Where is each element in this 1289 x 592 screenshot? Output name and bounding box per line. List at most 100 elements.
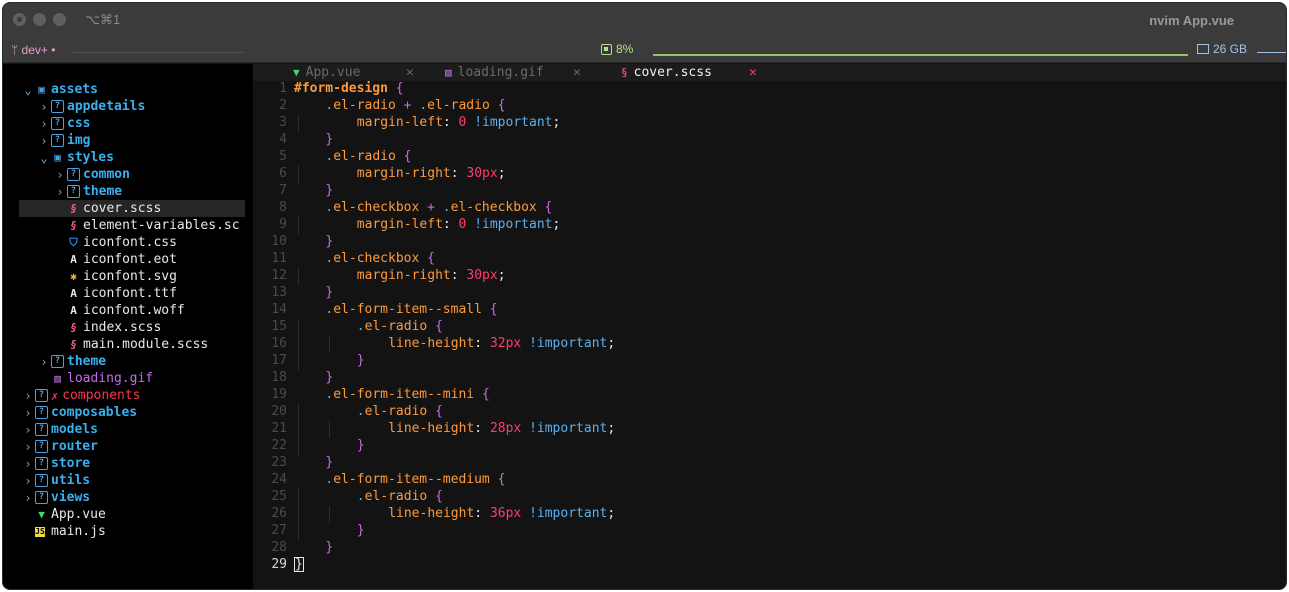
chevron-right-icon[interactable]: › bbox=[21, 491, 35, 505]
code-line[interactable]: 3 margin-left: 0 !important; bbox=[253, 115, 1286, 132]
code-line[interactable]: 20 .el-radio { bbox=[253, 404, 1286, 421]
close-window-button[interactable] bbox=[13, 13, 26, 26]
tree-item-composables[interactable]: ›? composables bbox=[3, 404, 253, 421]
code-token: } bbox=[325, 540, 334, 555]
tree-item-iconfont-css[interactable]: ⛉ iconfont.css bbox=[3, 234, 253, 251]
tree-item-theme[interactable]: ›? theme bbox=[3, 353, 253, 370]
code-editor[interactable]: ▼ App.vue ✕ ▧ loading.gif ✕ § cover.scss ✕ 1 #for… bbox=[253, 64, 1286, 589]
code-token: . bbox=[356, 489, 365, 504]
tab-loading-gif[interactable]: ▧ loading.gif ✕ bbox=[445, 64, 587, 81]
code-line[interactable]: 15 .el-radio { bbox=[253, 319, 1286, 336]
line-number: 20 bbox=[271, 404, 287, 419]
tree-item-label: img bbox=[67, 133, 91, 148]
code-line[interactable]: 8 .el-checkbox + .el-checkbox { bbox=[253, 200, 1286, 217]
zoom-window-button[interactable] bbox=[53, 13, 66, 26]
chevron-right-icon[interactable]: › bbox=[53, 168, 67, 182]
code-line[interactable]: 14 .el-form-item--small { bbox=[253, 302, 1286, 319]
code-text: .el-form-item--mini { bbox=[325, 387, 489, 402]
code-line[interactable]: 10} bbox=[253, 234, 1286, 251]
tab-app-vue[interactable]: ▼ App.vue ✕ bbox=[293, 64, 420, 81]
chevron-right-icon[interactable]: › bbox=[37, 100, 51, 114]
code-line[interactable]: 22} bbox=[253, 438, 1286, 455]
tree-item-iconfont-woff[interactable]: Aiconfont.woff bbox=[3, 302, 253, 319]
code-token: line-height bbox=[388, 421, 475, 436]
tree-item-theme[interactable]: ›? theme bbox=[3, 183, 253, 200]
code-text: .el-radio { bbox=[357, 489, 443, 504]
status-bar: ᛘ dev+ • 8% 26 GB bbox=[3, 37, 1286, 63]
code-line[interactable]: 18} bbox=[253, 370, 1286, 387]
tree-item-css[interactable]: ›? css bbox=[3, 115, 253, 132]
code-line[interactable]: 24 .el-form-item--medium { bbox=[253, 472, 1286, 489]
tree-item-index-scss[interactable]: § index.scss bbox=[3, 319, 253, 336]
chevron-right-icon[interactable]: › bbox=[21, 423, 35, 437]
line-number: 10 bbox=[271, 234, 287, 249]
code-line[interactable]: 13} bbox=[253, 285, 1286, 302]
code-line[interactable]: 19 .el-form-item--mini { bbox=[253, 387, 1286, 404]
chevron-right-icon[interactable]: › bbox=[37, 355, 51, 369]
tree-item-main-module-scss[interactable]: § main.module.scss bbox=[3, 336, 253, 353]
code-line[interactable]: 6 margin-right: 30px; bbox=[253, 166, 1286, 183]
tree-item-loading-gif[interactable]: ▧ loading.gif bbox=[3, 370, 253, 387]
tree-item-label: appdetails bbox=[67, 99, 146, 114]
code-text: } bbox=[325, 285, 333, 300]
tree-item-img[interactable]: ›? img bbox=[3, 132, 253, 149]
tree-item-styles[interactable]: ⌄ ▣ styles bbox=[3, 149, 253, 166]
tree-item-main-js[interactable]: JS main.js bbox=[3, 523, 253, 540]
tree-item-iconfont-ttf[interactable]: Aiconfont.ttf bbox=[3, 285, 253, 302]
code-line[interactable]: 2 .el-radio + .el-radio { bbox=[253, 98, 1286, 115]
git-branch-label: dev+ • bbox=[21, 43, 56, 57]
chevron-right-icon[interactable]: › bbox=[21, 389, 35, 403]
tree-item-components[interactable]: ›? ✗ components bbox=[3, 387, 253, 404]
tree-item-utils[interactable]: ›? utils bbox=[3, 472, 253, 489]
code-line[interactable]: 27} bbox=[253, 523, 1286, 540]
memory-graph bbox=[1257, 52, 1286, 53]
tree-item-common[interactable]: ›? common bbox=[3, 166, 253, 183]
chevron-right-icon[interactable]: › bbox=[37, 134, 51, 148]
code-text: margin-right: 30px; bbox=[357, 268, 506, 283]
tree-item-app-vue[interactable]: ▼ App.vue bbox=[3, 506, 253, 523]
code-line[interactable]: 5 .el-radio { bbox=[253, 149, 1286, 166]
chevron-right-icon[interactable]: › bbox=[21, 406, 35, 420]
close-icon[interactable]: ✕ bbox=[573, 65, 581, 80]
tree-item-views[interactable]: ›? views bbox=[3, 489, 253, 506]
code-line[interactable]: 7} bbox=[253, 183, 1286, 200]
tree-item-appdetails[interactable]: ›? appdetails bbox=[3, 98, 253, 115]
code-line[interactable]: 29} bbox=[253, 557, 1286, 574]
code-line[interactable]: 23} bbox=[253, 455, 1286, 472]
tree-item-cover-scss[interactable]: § cover.scss bbox=[19, 200, 245, 217]
chevron-right-icon[interactable]: › bbox=[21, 457, 35, 471]
code-line[interactable]: 25 .el-radio { bbox=[253, 489, 1286, 506]
folder-icon: ? bbox=[51, 355, 64, 368]
code-line[interactable]: 11 .el-checkbox { bbox=[253, 251, 1286, 268]
indent-guide bbox=[298, 421, 299, 438]
code-line[interactable]: 12 margin-right: 30px; bbox=[253, 268, 1286, 285]
line-number: 1 bbox=[279, 81, 287, 96]
tree-item-iconfont-svg[interactable]: ✱ iconfont.svg bbox=[3, 268, 253, 285]
code-text: } bbox=[357, 353, 365, 368]
tree-item-assets[interactable]: ⌄ ▣ assets bbox=[3, 81, 253, 98]
code-line[interactable]: 17} bbox=[253, 353, 1286, 370]
minimize-window-button[interactable] bbox=[33, 13, 46, 26]
close-icon[interactable]: ✕ bbox=[749, 65, 757, 80]
code-line[interactable]: 16 line-height: 32px !important; bbox=[253, 336, 1286, 353]
chevron-down-icon[interactable]: ⌄ bbox=[21, 83, 35, 97]
tree-item-router[interactable]: ›? router bbox=[3, 438, 253, 455]
code-line[interactable]: 26 line-height: 36px !important; bbox=[253, 506, 1286, 523]
code-line[interactable]: 9 margin-left: 0 !important; bbox=[253, 217, 1286, 234]
chevron-right-icon[interactable]: › bbox=[21, 440, 35, 454]
code-line[interactable]: 4} bbox=[253, 132, 1286, 149]
tree-item-models[interactable]: ›? models bbox=[3, 421, 253, 438]
tab-cover-scss[interactable]: § cover.scss ✕ bbox=[621, 64, 763, 81]
close-icon[interactable]: ✕ bbox=[406, 65, 414, 80]
chevron-right-icon[interactable]: › bbox=[53, 185, 67, 199]
chevron-right-icon[interactable]: › bbox=[21, 474, 35, 488]
chevron-down-icon[interactable]: ⌄ bbox=[37, 151, 51, 165]
tree-item-element-variables-sc[interactable]: § element-variables.sc bbox=[3, 217, 253, 234]
tree-item-iconfont-eot[interactable]: Aiconfont.eot bbox=[3, 251, 253, 268]
chevron-right-icon[interactable]: › bbox=[37, 117, 51, 131]
tree-item-store[interactable]: ›? store bbox=[3, 455, 253, 472]
code-line[interactable]: 28} bbox=[253, 540, 1286, 557]
line-number: 22 bbox=[271, 438, 287, 453]
code-line[interactable]: 21 line-height: 28px !important; bbox=[253, 421, 1286, 438]
code-line[interactable]: 1 #form-design { bbox=[253, 81, 1286, 98]
